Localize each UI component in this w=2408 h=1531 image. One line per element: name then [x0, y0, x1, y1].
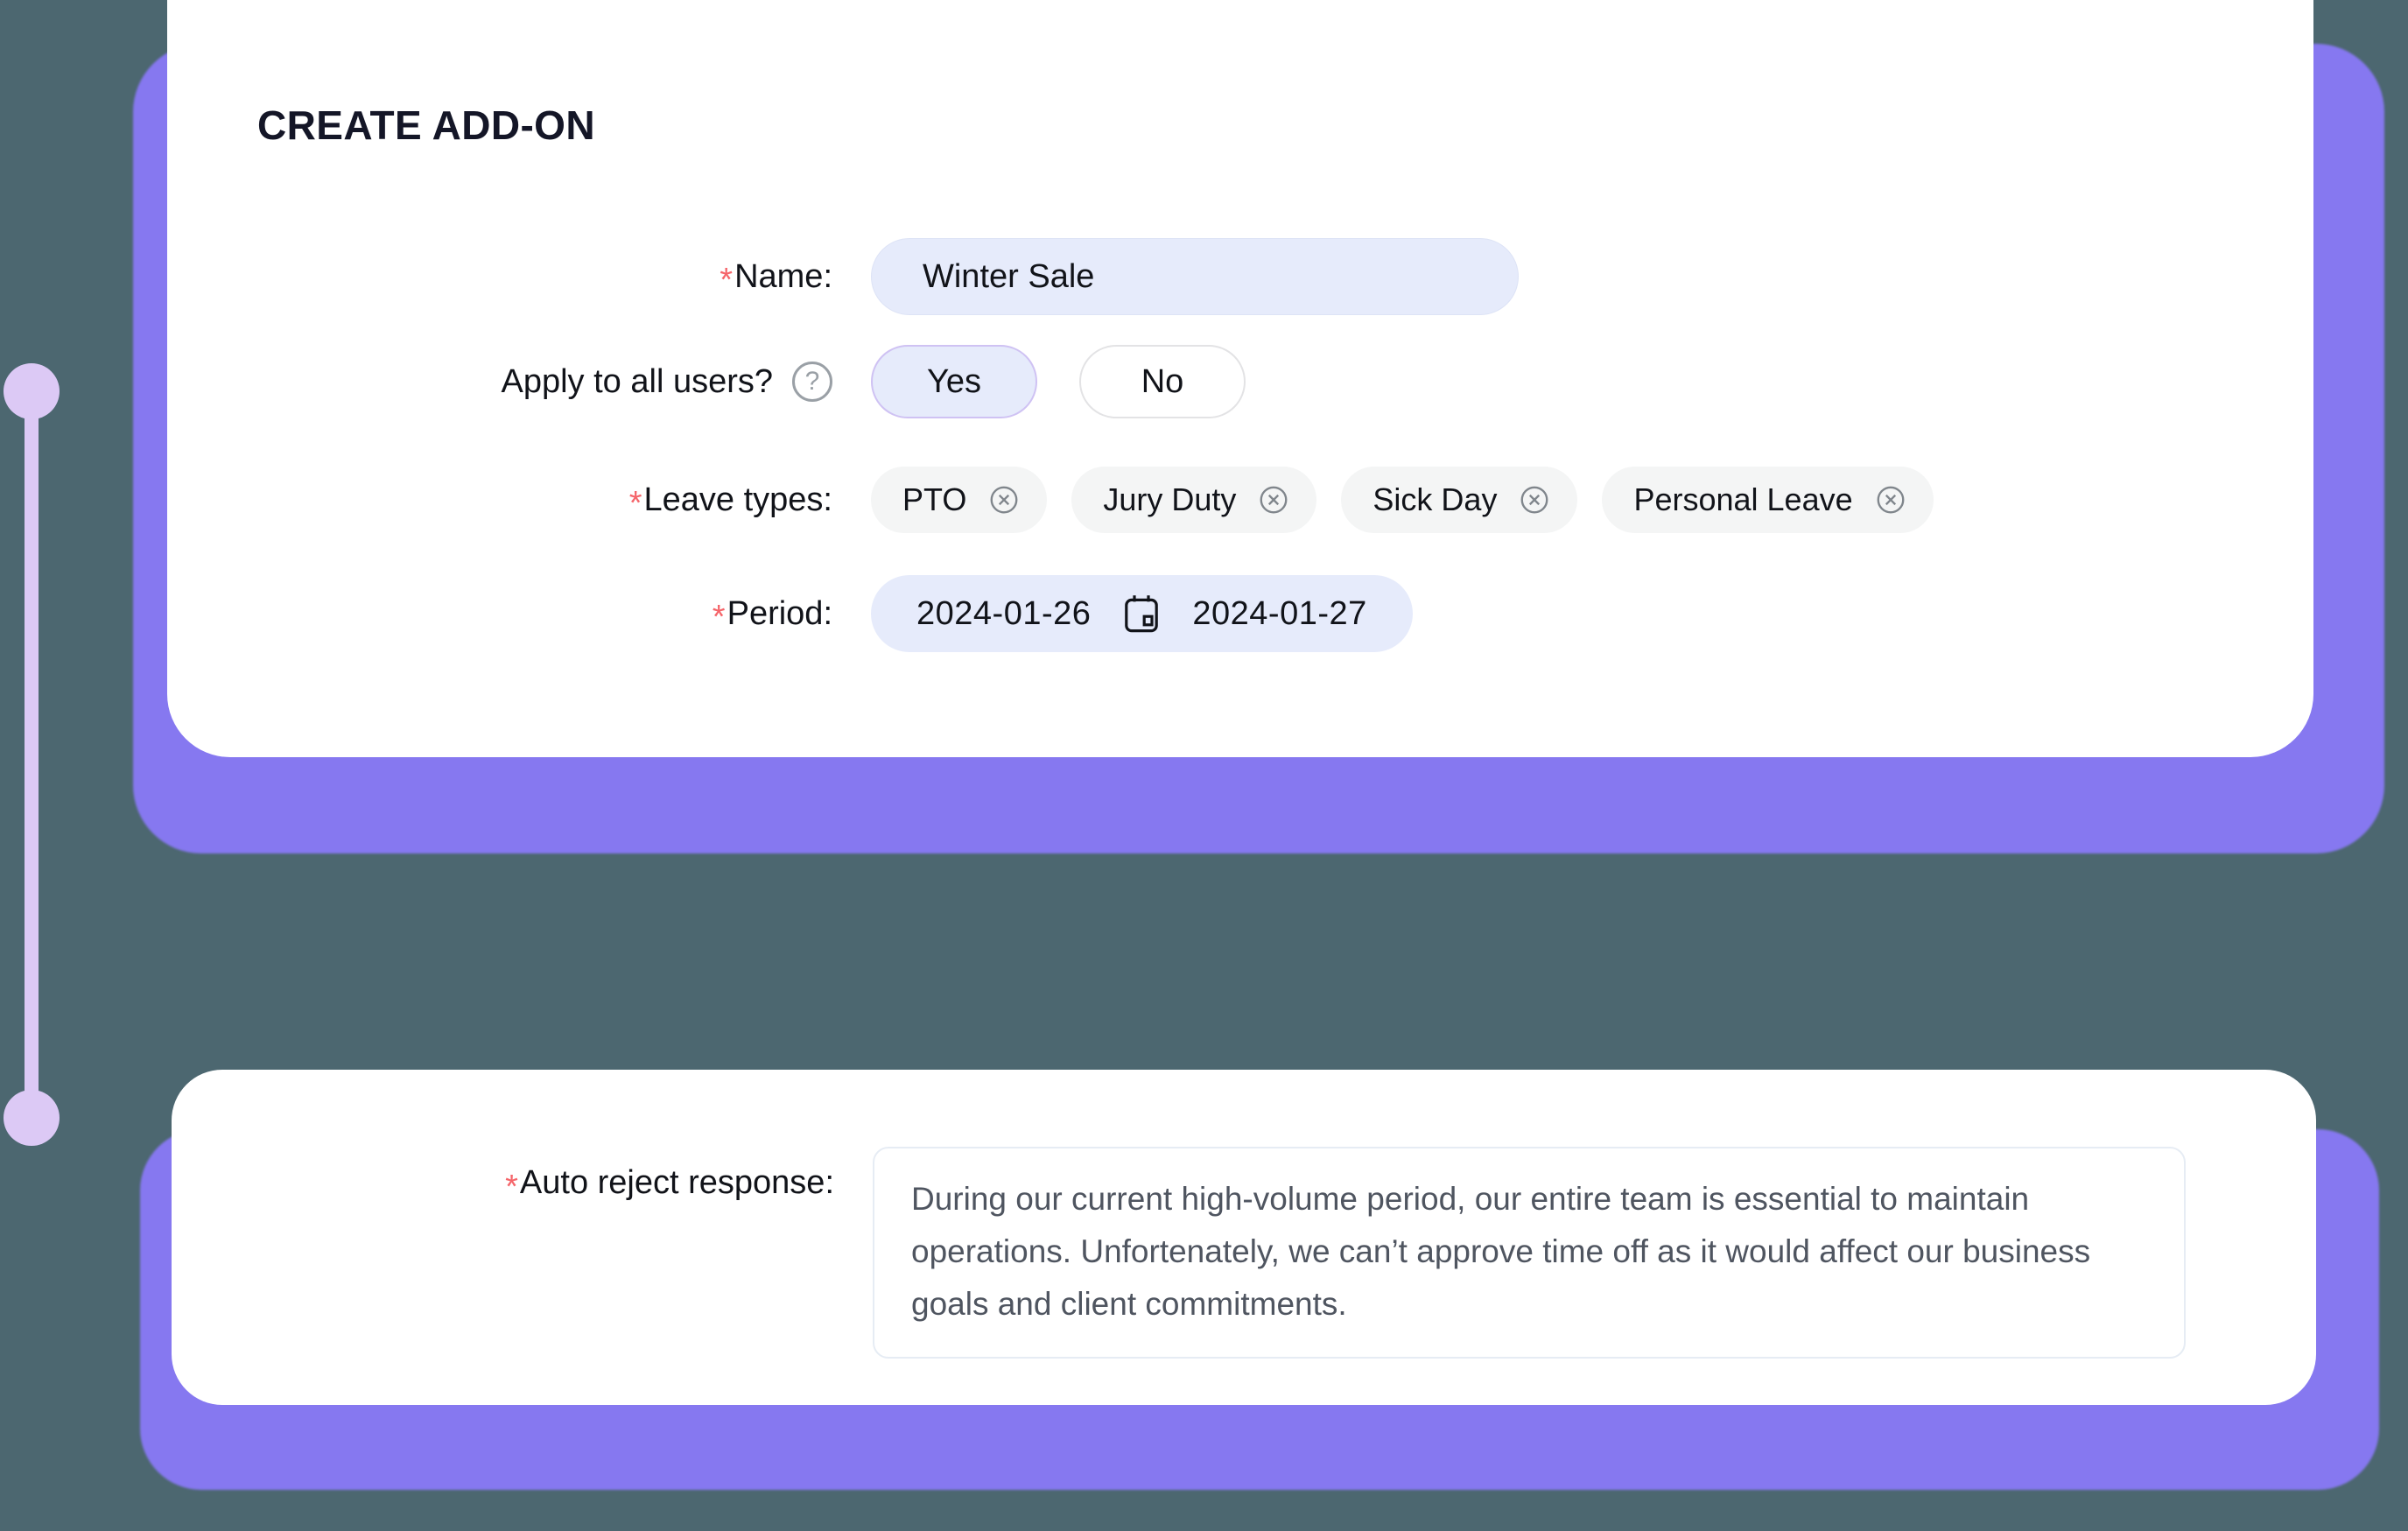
step-dot-one[interactable]: [4, 363, 60, 419]
step-dot-two[interactable]: [4, 1090, 60, 1146]
auto-reject-response-label-text: Auto reject response:: [519, 1164, 834, 1201]
auto-reject-response-label: * Auto reject response:: [172, 1147, 834, 1205]
auto-reject-response-textarea[interactable]: During our current high-volume period, o…: [873, 1147, 2186, 1359]
auto-reject-response-row: * Auto reject response: During our curre…: [172, 1147, 2186, 1359]
auto-reject-card-wrapper: * Auto reject response: During our curre…: [0, 0, 2408, 1531]
auto-reject-card: * Auto reject response: During our curre…: [172, 1070, 2316, 1405]
required-asterisk: *: [505, 1168, 518, 1205]
